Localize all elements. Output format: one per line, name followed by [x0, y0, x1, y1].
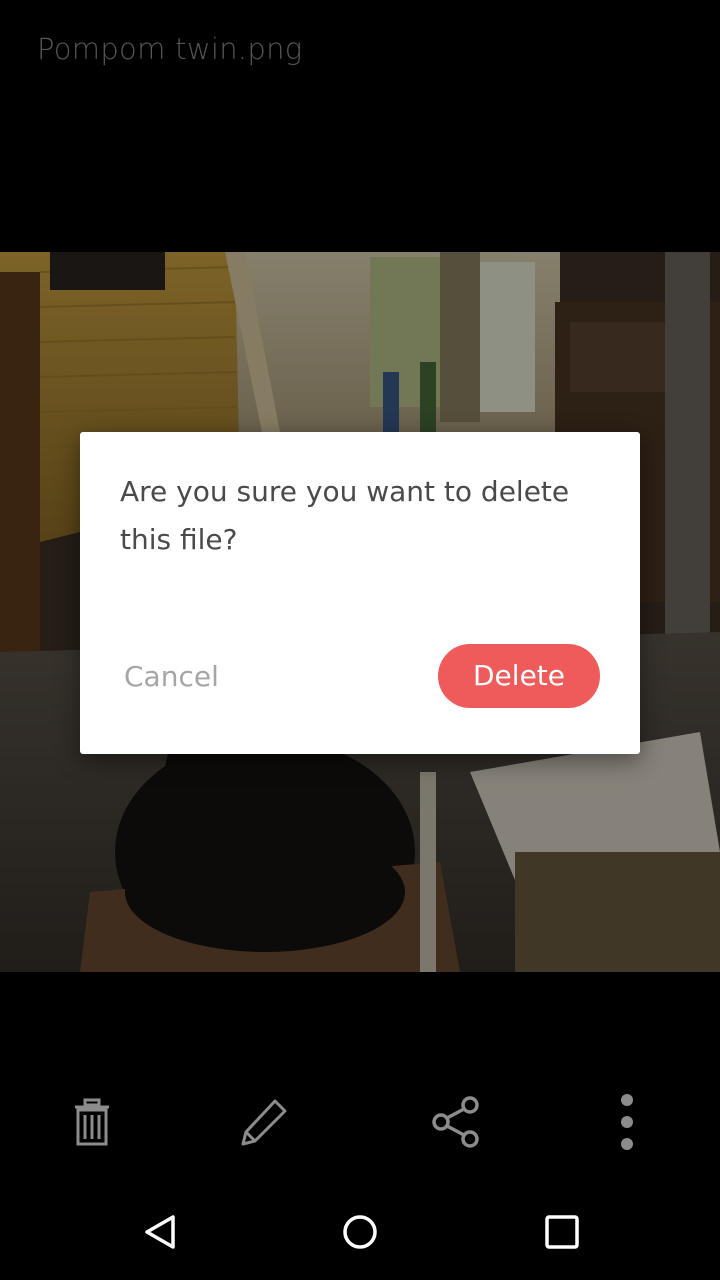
cancel-button[interactable]: Cancel — [120, 650, 223, 704]
edit-tool-button[interactable] — [236, 1094, 292, 1150]
back-icon — [145, 1215, 175, 1249]
home-icon — [343, 1215, 377, 1249]
nav-back-button[interactable] — [132, 1204, 188, 1260]
share-icon — [432, 1096, 479, 1148]
recents-icon — [545, 1215, 579, 1249]
system-navigation-bar — [0, 1184, 720, 1280]
bottom-toolbar — [0, 1072, 720, 1168]
nav-recents-button[interactable] — [534, 1204, 590, 1260]
delete-confirmation-dialog: Are you sure you want to delete this fil… — [80, 432, 640, 754]
share-tool-button[interactable] — [428, 1094, 484, 1150]
more-vertical-icon — [621, 1094, 633, 1150]
delete-button[interactable]: Delete — [438, 644, 600, 708]
more-options-button[interactable] — [599, 1094, 655, 1150]
nav-home-button[interactable] — [332, 1204, 388, 1260]
pencil-icon — [241, 1099, 287, 1146]
dialog-message: Are you sure you want to delete this fil… — [120, 475, 570, 556]
trash-icon — [75, 1098, 109, 1146]
delete-tool-button[interactable] — [64, 1094, 120, 1150]
